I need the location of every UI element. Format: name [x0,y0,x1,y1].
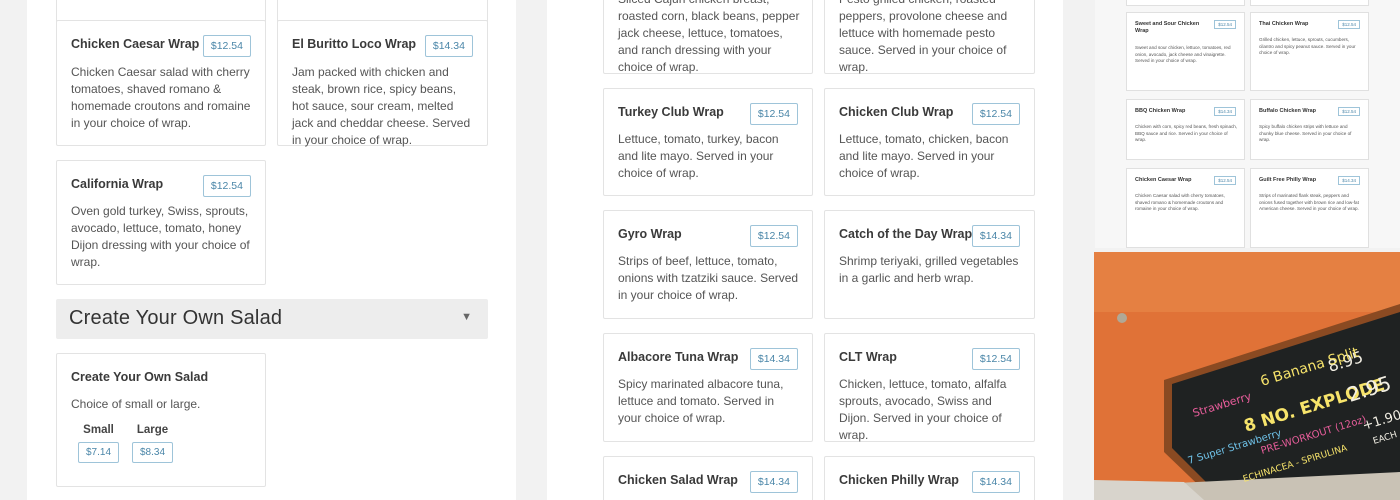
item-description: Pesto grilled chicken, roasted peppers, … [839,0,1008,74]
item-price[interactable]: $12.54 [971,348,1020,370]
menu-card[interactable]: Chicken Club Wrap $12.54 Lettuce, tomato… [824,88,1035,196]
item-price[interactable]: $14.34 [749,348,798,370]
menu-card[interactable]: Turkey Club Wrap $12.54 Lettuce, tomato,… [603,88,813,196]
mini-item-price: $12.54 [1214,176,1236,185]
mini-item-name: Guilt Free Philly Wrap [1259,177,1317,183]
chevron-down-icon[interactable]: ▼ [461,311,472,323]
item-description: Lettuce, tomato, turkey, bacon and lite … [618,132,779,180]
chalkboard-photo-illustration: 8.95 6 Banana Split Strawberry 8 NO. EXP… [1094,252,1400,500]
item-price[interactable]: $14.34 [424,35,473,57]
mini-item-description: Grilled chicken, lettuce, sprouts, cucum… [1259,37,1356,56]
mini-item-price: $14.34 [1338,176,1360,185]
mini-item-name: Buffalo Chicken Wrap [1259,108,1317,114]
item-price[interactable]: $14.34 [749,471,798,493]
menu-card[interactable]: California Wrap $12.54 Oven gold turkey,… [56,160,266,285]
menu-card[interactable]: CLT Wrap $12.54 Chicken, lettuce, tomato… [824,333,1035,442]
size-option-small[interactable]: Small $7.14 [78,424,120,463]
menu-preview-image: Sweet and Sour Chicken Wrap $12.54 Sweet… [1095,0,1400,248]
size-label: Large [136,424,169,436]
menu-card[interactable]: Gyro Wrap $12.54 Strips of beef, lettuce… [603,210,813,319]
mini-item-description: Chicken Caesar salad with cherry tomatoe… [1135,193,1225,212]
size-option-large[interactable]: Large $8.34 [132,424,174,463]
mini-card: Thai Chicken Wrap $12.54 Grilled chicken… [1250,12,1369,91]
item-description: Chicken Caesar salad with cherry tomatoe… [71,65,251,130]
item-price[interactable]: $12.54 [749,103,798,125]
item-name: CLT Wrap [839,350,897,364]
item-name: Catch of the Day Wrap [839,227,973,241]
item-description: Jam packed with chicken and steak, brown… [292,65,471,147]
mini-card: Chicken Caesar Wrap $12.54 Chicken Caesa… [1126,168,1245,248]
menu-card[interactable]: Pesto grilled chicken, roasted peppers, … [824,0,1035,74]
item-price[interactable]: $12.54 [749,225,798,247]
mini-item-description: Spicy buffalo chicken strips with lettuc… [1259,124,1352,143]
item-price[interactable]: $12.54 [971,103,1020,125]
size-price[interactable]: $7.14 [78,442,120,463]
item-price[interactable]: $14.34 [971,225,1020,247]
mini-card: Guilt Free Philly Wrap $14.34 Strips of … [1250,168,1369,248]
item-price[interactable]: $12.54 [202,35,251,57]
mini-card: Buffalo Chicken Wrap $12.54 Spicy buffal… [1250,99,1369,160]
menu-card[interactable]: Albacore Tuna Wrap $14.34 Spicy marinate… [603,333,813,442]
mini-card: BBQ Chicken Wrap $14.34 Chicken with cor… [1126,99,1245,160]
mini-item-name: Chicken Caesar Wrap [1135,177,1192,183]
mini-item-price: $12.54 [1338,20,1360,29]
item-description: Chicken, lettuce, tomato, alfalfa sprout… [839,377,1007,442]
item-description: Spicy marinated albacore tuna, lettuce a… [618,377,784,425]
menu-card[interactable]: El Buritto Loco Wrap $14.34 Jam packed w… [277,20,488,147]
menu-card[interactable]: Chicken Caesar Wrap $12.54 Chicken Caesa… [56,20,266,146]
mini-item-price: $14.34 [1214,107,1236,116]
size-price[interactable]: $8.34 [132,442,174,463]
item-name: Chicken Caesar Wrap [71,37,200,51]
mini-card [1250,0,1369,6]
item-name: Gyro Wrap [618,227,682,241]
item-description: Shrimp teriyaki, grilled vegetables in a… [839,254,1019,285]
mini-item-name: BBQ Chicken Wrap [1135,108,1186,114]
item-name: Albacore Tuna Wrap [618,350,739,364]
size-label: Small [83,424,114,436]
mini-item-description: Sweet and sour chicken, lettuce, tomatoe… [1135,45,1231,64]
item-name: Chicken Club Wrap [839,105,954,119]
menu-card[interactable]: Catch of the Day Wrap $14.34 Shrimp teri… [824,210,1035,319]
mini-item-price: $12.54 [1214,20,1236,29]
menu-card[interactable]: Chicken Salad Wrap $14.34 [603,456,813,500]
item-description: Strips of beef, lettuce, tomato, onions … [618,254,799,302]
mini-card: Sweet and Sour Chicken Wrap $12.54 Sweet… [1126,12,1245,91]
menu-card[interactable]: Sliced Cajun chicken breast, roasted cor… [603,0,813,74]
item-name: California Wrap [71,177,164,191]
menu-card-salad[interactable]: Create Your Own Salad Choice of small or… [56,353,266,487]
mini-card [1126,0,1245,6]
chalkboard-photo: 8.95 6 Banana Split Strawberry 8 NO. EXP… [1094,252,1400,500]
menu-card[interactable]: Chicken Philly Wrap $14.34 [824,456,1035,500]
item-description: Sliced Cajun chicken breast, roasted cor… [618,0,800,74]
item-name: El Buritto Loco Wrap [292,37,417,51]
mini-item-name: Sweet and Sour Chicken Wrap [1135,21,1200,34]
item-price[interactable]: $14.34 [971,471,1020,493]
mini-item-price: $12.54 [1338,107,1360,116]
item-description: Choice of small or large. [71,397,201,411]
section-title: Create Your Own Salad [69,307,283,329]
mini-item-description: Chicken with corn, spicy red beans, fres… [1135,124,1238,143]
item-name: Turkey Club Wrap [618,105,724,119]
item-description: Lettuce, tomato, chicken, bacon and lite… [839,132,1009,180]
mini-item-description: Strips of marinated flank steak, peppers… [1259,193,1359,212]
section-header-salad[interactable]: Create Your Own Salad ▼ [56,299,488,339]
item-description: Oven gold turkey, Swiss, sprouts, avocad… [71,204,250,269]
item-price[interactable]: $12.54 [202,175,251,197]
mini-item-name: Thai Chicken Wrap [1259,21,1309,27]
item-name: Chicken Philly Wrap [839,473,959,487]
item-name: Chicken Salad Wrap [618,473,738,487]
item-name: Create Your Own Salad [71,370,209,384]
